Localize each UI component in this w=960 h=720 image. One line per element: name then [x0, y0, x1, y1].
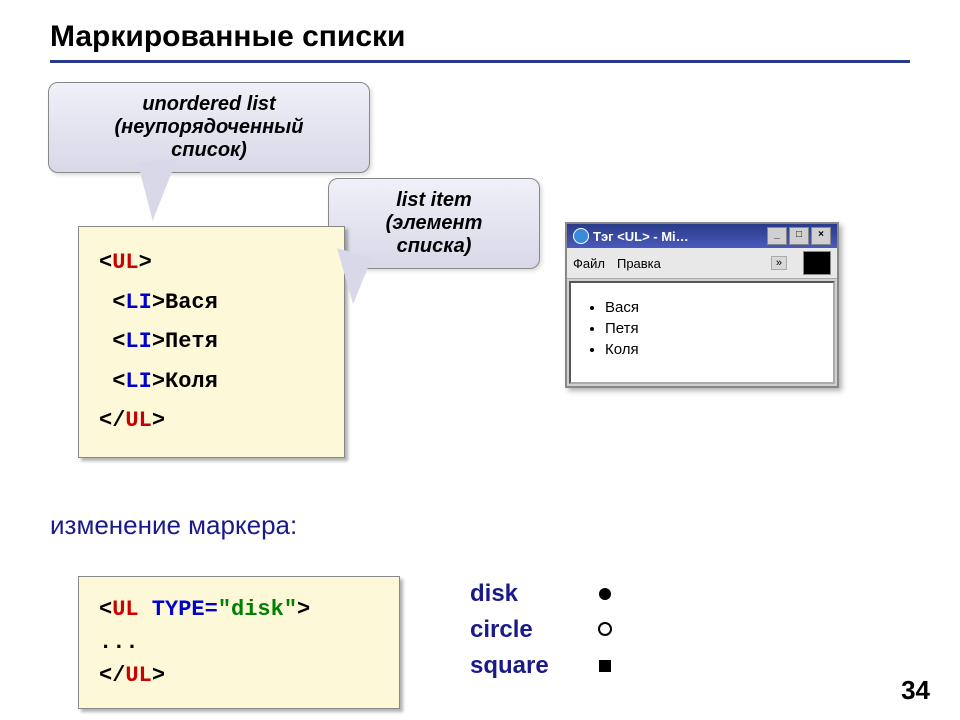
code-line: <LI>Коля: [99, 362, 324, 402]
list-item: Петя: [605, 320, 825, 337]
circle-icon: [590, 615, 620, 645]
slide-title: Маркированные списки: [50, 20, 910, 63]
square-icon: [590, 651, 620, 681]
marker-row-square: square: [470, 648, 620, 684]
browser-content: Вася Петя Коля: [569, 281, 835, 384]
code-line: <LI>Вася: [99, 283, 324, 323]
browser-title: Тэг <UL> - Mi…: [593, 229, 689, 244]
menu-file[interactable]: Файл: [573, 256, 605, 271]
code-line: ...: [99, 626, 379, 659]
code-block-ul: <UL> <LI>Вася <LI>Петя <LI>Коля </UL>: [78, 226, 345, 458]
marker-label: square: [470, 648, 590, 684]
callout-tail: [137, 158, 182, 221]
code-block-ul-type: <UL TYPE="disk"> ... </UL>: [78, 576, 400, 709]
code-line: </UL>: [99, 401, 324, 441]
disc-icon: [590, 579, 620, 609]
browser-menubar: Файл Правка »: [567, 248, 837, 279]
markers-legend: disk circle square: [470, 576, 620, 684]
page-number: 34: [901, 675, 930, 706]
marker-label: circle: [470, 612, 590, 648]
code-line: <LI>Петя: [99, 322, 324, 362]
list-item: Коля: [605, 341, 825, 358]
close-button[interactable]: ×: [811, 227, 831, 245]
marker-row-disk: disk: [470, 576, 620, 612]
list-item: Вася: [605, 299, 825, 316]
code-line: </UL>: [99, 659, 379, 692]
callout-line: unordered list: [69, 93, 349, 116]
browser-window: Тэг <UL> - Mi… _ □ × Файл Правка » Вася …: [565, 222, 839, 388]
callout-line: list item: [349, 189, 519, 212]
subheading-marker-change: изменение маркера:: [50, 510, 297, 541]
browser-titlebar: Тэг <UL> - Mi… _ □ ×: [567, 224, 837, 248]
callout-line: (элемент: [349, 212, 519, 235]
marker-label: disk: [470, 576, 590, 612]
maximize-button[interactable]: □: [789, 227, 809, 245]
throbber-icon: [803, 251, 831, 275]
marker-row-circle: circle: [470, 612, 620, 648]
code-line: <UL>: [99, 243, 324, 283]
callout-line: (неупорядоченный: [69, 116, 349, 139]
ie-icon: [573, 228, 589, 244]
callout-unordered-list: unordered list (неупорядоченный список): [48, 82, 370, 173]
menu-chevron-icon[interactable]: »: [771, 256, 787, 270]
code-line: <UL TYPE="disk">: [99, 593, 379, 626]
callout-line: список): [69, 139, 349, 162]
minimize-button[interactable]: _: [767, 227, 787, 245]
callout-line: списка): [349, 235, 519, 258]
menu-edit[interactable]: Правка: [617, 256, 661, 271]
